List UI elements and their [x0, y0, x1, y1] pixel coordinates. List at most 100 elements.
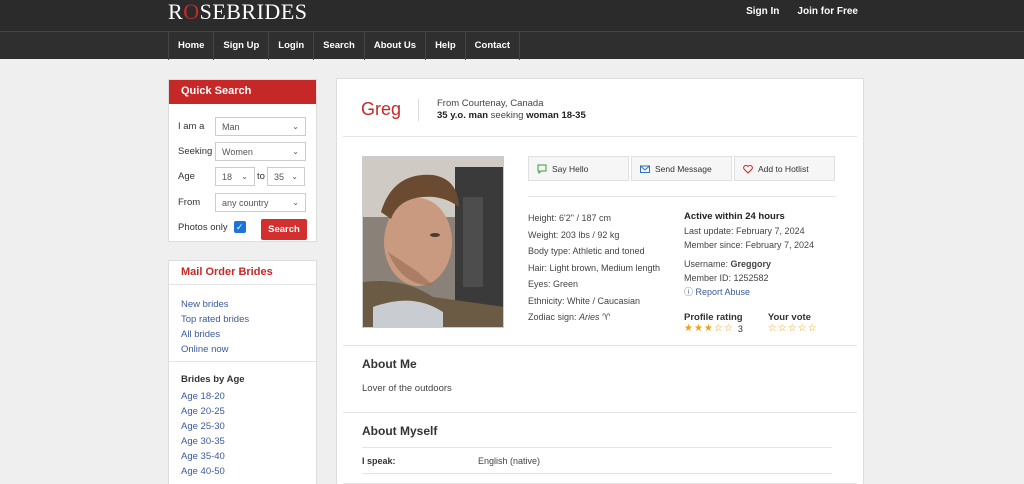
age-link[interactable]: Age 35-40: [181, 449, 225, 464]
report-abuse-label: Report Abuse: [695, 287, 751, 297]
profile-status: Active within 24 hours Last update: Febr…: [684, 210, 814, 299]
envelope-icon: [640, 165, 650, 173]
chevron-down-icon: ⌄: [292, 122, 299, 131]
mail-order-brides-title: Mail Order Brides: [169, 261, 316, 285]
sign-in-link[interactable]: Sign In: [746, 6, 779, 17]
your-vote: Your vote ☆☆☆☆☆: [768, 312, 818, 334]
about-me-text: Lover of the outdoors: [362, 383, 452, 394]
seeking-select[interactable]: Women ⌄: [215, 142, 306, 161]
all-brides-link[interactable]: All brides: [181, 327, 249, 342]
brides-by-age-title: Brides by Age: [181, 374, 245, 385]
search-button[interactable]: Search: [261, 219, 307, 240]
profile-seeking-target: woman 18-35: [526, 110, 586, 121]
rating-count: 3: [737, 323, 744, 334]
body-type-field: Body type: Athletic and toned: [528, 246, 645, 256]
username-label: Username:: [684, 259, 731, 269]
country-value: any country: [222, 197, 269, 208]
profile-rating-label: Profile rating: [684, 312, 743, 323]
seeking-word: seeking: [488, 110, 527, 121]
languages-value: English (native): [478, 456, 541, 466]
your-vote-stars[interactable]: ☆☆☆☆☆: [768, 323, 818, 334]
nav-login[interactable]: Login: [269, 32, 315, 60]
say-hello-button[interactable]: Say Hello: [528, 156, 629, 181]
languages-label: I speak:: [362, 456, 396, 466]
zodiac-value: Aries: [579, 312, 600, 322]
profile-location: From Courtenay, Canada: [437, 98, 544, 109]
star-rating-icon: ★★★☆☆: [684, 323, 734, 334]
iam-value: Man: [222, 121, 240, 132]
nav-about-us[interactable]: About Us: [365, 32, 427, 60]
seeking-value: Women: [222, 146, 253, 157]
member-id: Member ID: 1252582: [684, 273, 769, 283]
say-hello-label: Say Hello: [552, 163, 589, 174]
iam-label: I am a: [178, 121, 205, 132]
send-message-label: Send Message: [655, 163, 712, 174]
profile-age: 35 y.o. man: [437, 110, 489, 121]
username-value: Greggory: [730, 259, 772, 269]
profile-photo[interactable]: [362, 156, 504, 328]
age-link[interactable]: Age 40-50: [181, 464, 225, 479]
last-update: Last update: February 7, 2024: [684, 226, 805, 236]
nav-help[interactable]: Help: [426, 32, 466, 60]
photos-only-label: Photos only: [178, 221, 228, 233]
info-icon: ⓘ: [684, 287, 694, 297]
profile-card: Greg From Courtenay, Canada 35 y.o. man …: [336, 78, 864, 484]
age-link[interactable]: Age 25-30: [181, 419, 225, 434]
age-to-value: 35: [273, 171, 284, 182]
country-select[interactable]: any country ⌄: [215, 193, 306, 212]
main-nav-bar: Home Sign Up Login Search About Us Help …: [0, 31, 1024, 60]
divider: [343, 345, 857, 346]
photos-only-checkbox[interactable]: ✓: [233, 221, 246, 233]
from-label: From: [178, 197, 201, 208]
ratings: Profile rating ★★★☆☆ 3 Your vote ☆☆☆☆☆: [684, 312, 818, 334]
divider: [362, 447, 832, 448]
about-myself-title: About Myself: [362, 424, 438, 438]
nav-contact[interactable]: Contact: [466, 32, 521, 60]
nav-search[interactable]: Search: [314, 32, 365, 60]
chat-icon: [537, 164, 547, 174]
eyes-field: Eyes: Green: [528, 279, 579, 289]
zodiac-field: Zodiac sign: Aries ♈: [528, 309, 660, 326]
iam-select[interactable]: Man ⌄: [215, 117, 306, 136]
age-from-value: 18: [222, 171, 233, 182]
heart-icon: [743, 164, 753, 174]
age-from-select[interactable]: 18 ⌄: [215, 167, 255, 186]
site-logo[interactable]: ROSEBRIDES: [168, 1, 308, 23]
profile-details: Height: 6'2" / 187 cm Weight: 203 lbs / …: [528, 210, 660, 326]
report-abuse-link[interactable]: ⓘ Report Abuse: [684, 285, 814, 299]
divider: [343, 412, 857, 413]
hair-field: Hair: Light brown, Medium length: [528, 262, 661, 273]
mail-order-brides-panel: Mail Order Brides New brides Top rated b…: [168, 260, 317, 484]
ethnicity-field: Ethnicity: White / Caucasian: [528, 295, 641, 306]
age-to-select[interactable]: 35 ⌄: [266, 167, 305, 186]
chevron-down-icon: ⌄: [292, 147, 299, 156]
photos-row: Photos only ✓: [178, 221, 246, 233]
nav-sign-up[interactable]: Sign Up: [214, 32, 270, 60]
join-free-link[interactable]: Join for Free: [797, 6, 858, 17]
iam-row: I am a Man ⌄: [178, 117, 306, 136]
active-status: Active within 24 hours: [684, 211, 785, 222]
age-link[interactable]: Age 20-25: [181, 404, 225, 419]
age-row: Age 18 ⌄ to 35 ⌄: [178, 167, 305, 186]
top-rated-brides-link[interactable]: Top rated brides: [181, 312, 249, 327]
age-label: Age: [178, 171, 195, 182]
age-link[interactable]: Age 18-20: [181, 389, 225, 404]
zodiac-label: Zodiac sign:: [528, 312, 580, 322]
send-message-button[interactable]: Send Message: [631, 156, 732, 181]
online-now-link[interactable]: Online now: [181, 342, 249, 357]
empty-stars-icon[interactable]: ☆☆☆☆☆: [768, 323, 818, 334]
username-field: Username: Greggory: [684, 257, 814, 271]
age-link[interactable]: Age 30-35: [181, 434, 225, 449]
divider: [362, 473, 832, 474]
add-to-hotlist-label: Add to Hotlist: [758, 163, 809, 174]
add-to-hotlist-button[interactable]: Add to Hotlist: [734, 156, 835, 181]
new-brides-link[interactable]: New brides: [181, 297, 249, 312]
about-me-title: About Me: [362, 357, 417, 371]
from-row: From any country ⌄: [178, 193, 306, 212]
chevron-down-icon: ⌄: [292, 198, 299, 207]
profile-name: Greg: [361, 99, 402, 119]
nav-home[interactable]: Home: [169, 32, 215, 60]
divider: [528, 196, 836, 197]
weight-field: Weight: 203 lbs / 92 kg: [528, 229, 620, 240]
profile-rating: Profile rating ★★★☆☆ 3: [684, 312, 744, 334]
